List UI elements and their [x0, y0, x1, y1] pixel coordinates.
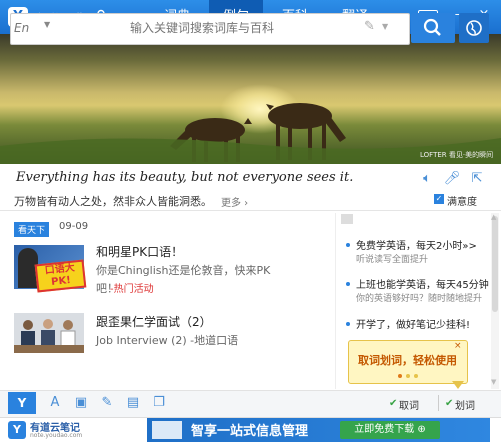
divider [438, 395, 439, 411]
youdao-note-url[interactable]: note.youdao.com [30, 432, 82, 439]
feed-item-subtitle: Job Interview (2) -地道口语 [96, 334, 239, 347]
tip-page-dot[interactable] [398, 374, 402, 378]
handwriting-icon[interactable]: ✎ [364, 19, 375, 34]
ad-banner-text[interactable]: 智享一站式信息管理 [191, 420, 308, 439]
divider [0, 210, 501, 211]
daily-sentence-chinese: 万物皆有动人之处，然非众人皆能洞悉。 [14, 195, 212, 208]
promo-item-title[interactable]: 免费学英语，每天2小时»> [356, 237, 477, 252]
scroll-down-icon[interactable]: ▼ [491, 378, 496, 386]
image-icon[interactable]: ▣ [72, 394, 90, 412]
check-icon: ✔ [389, 398, 398, 409]
chat-icon[interactable]: ❐ [150, 394, 168, 412]
tip-text: 取词划词，轻松使用 [358, 354, 457, 367]
pen-icon[interactable]: ✎ [98, 394, 116, 412]
huaci-toggle[interactable]: 划词 [455, 397, 475, 412]
promo-item-sub: 你的英语够好吗？随时随地提升 [356, 294, 483, 304]
chevron-down-icon[interactable]: ▼ [44, 20, 50, 29]
tip-page-dot[interactable] [414, 374, 418, 378]
daily-sentence-english: Everything has its beauty, but not every… [16, 170, 354, 185]
feed-badge: 看天下 [14, 222, 50, 237]
feed-item-subtitle: 你是Chinglish还是伦敦音，快来PK [96, 264, 271, 277]
tip-pointer [452, 381, 464, 389]
scrollbar-thumb[interactable] [492, 216, 498, 312]
search-icon [423, 18, 441, 36]
tip-close-icon[interactable]: × [454, 341, 462, 351]
share-icon[interactable]: ⇱ [468, 170, 486, 188]
tip-page-dot[interactable] [406, 374, 410, 378]
bullet-icon [346, 243, 350, 247]
satisfaction-label[interactable]: 满意度 [447, 193, 477, 208]
microphone-icon[interactable]: 🎤︎ [443, 170, 461, 188]
chevron-down-icon[interactable]: ▼ [382, 22, 388, 31]
home-icon[interactable]: Y [8, 392, 36, 414]
panel-icon [341, 214, 353, 224]
download-button[interactable]: 立即免费下载 ⊕ [340, 421, 440, 439]
scroll-up-icon[interactable]: ▲ [491, 213, 496, 221]
hero-image: LOFTER 看见·美的瞬间 [0, 34, 501, 164]
photo-watermark: LOFTER 看见·美的瞬间 [420, 151, 494, 159]
document-icon[interactable]: ▤ [124, 394, 142, 412]
bullet-icon [346, 282, 350, 286]
youdao-note-logo-icon[interactable]: Y [8, 421, 26, 439]
web-search-button[interactable] [459, 13, 489, 43]
screenshot-translate-icon[interactable]: A [46, 394, 64, 412]
hot-activity-tag[interactable]: -热门活动 [110, 280, 154, 295]
divider [335, 213, 336, 389]
interview-thumbnail[interactable] [14, 313, 84, 353]
promo-item-sub: 听说读写全面提升 [356, 255, 429, 265]
more-link[interactable]: 更多 › [221, 194, 248, 209]
bullet-icon [346, 322, 350, 326]
pk-sticker: 口语大PK! [34, 259, 87, 293]
promo-item-title[interactable]: 上班也能学英语，每天45分钟 [356, 276, 489, 291]
devices-icon [152, 421, 182, 439]
quci-toggle[interactable]: 取词 [399, 397, 419, 412]
promo-item-title[interactable]: 开学了，做好笔记少挂科! [356, 316, 470, 331]
feed-date: 09-09 [59, 221, 89, 232]
feed-item-title[interactable]: 和明星PK口语！ [96, 243, 183, 260]
search-button[interactable] [411, 13, 455, 43]
deer-silhouettes [0, 103, 501, 164]
globe-icon [466, 20, 482, 36]
check-icon: ✔ [445, 398, 454, 409]
feed-item-title[interactable]: 跟歪果仁学面试（2） [96, 313, 212, 330]
search-input[interactable] [130, 17, 350, 39]
speaker-icon[interactable]: 🔈︎ [418, 170, 436, 188]
satisfaction-checkbox[interactable]: ✓ [434, 194, 444, 204]
language-select[interactable]: En [14, 18, 42, 38]
